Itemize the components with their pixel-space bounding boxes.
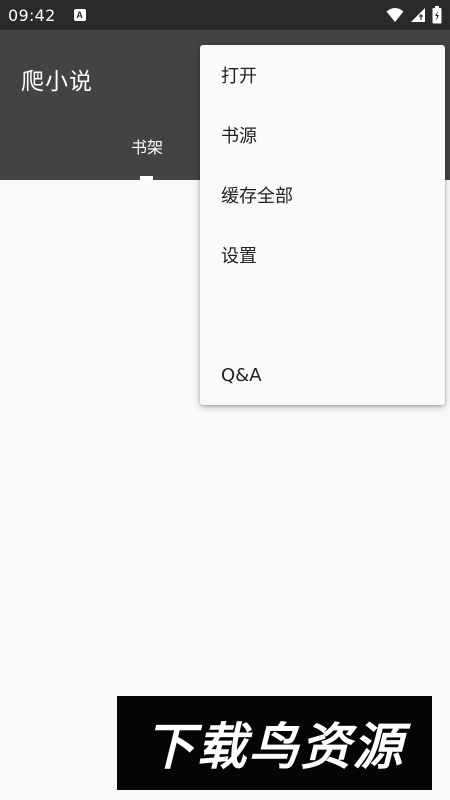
battery-icon (432, 6, 442, 24)
cell-signal-icon (411, 8, 425, 22)
tab-indicator (140, 176, 153, 180)
menu-item-qa[interactable]: Q&A (200, 345, 445, 405)
menu-item-blank[interactable] (200, 285, 445, 345)
tab-bookshelf[interactable]: 书架 (117, 130, 177, 180)
menu-item-open[interactable]: 打开 (200, 45, 445, 105)
menu-item-settings[interactable]: 设置 (200, 225, 445, 285)
tab-bookshelf-label: 书架 (130, 138, 163, 157)
notification-icon: A (73, 9, 86, 21)
overflow-menu: 打开 书源 缓存全部 设置 Q&A (200, 45, 445, 405)
status-time: 09:42 (8, 5, 56, 25)
screen: 09:42 A 爬小说 书架 打开 书源 缓存全部 设置 Q&A 下载鸟资源 (0, 0, 450, 800)
watermark-text: 下载鸟资源 (144, 718, 405, 776)
status-icons (386, 0, 442, 30)
menu-item-cache-all[interactable]: 缓存全部 (200, 165, 445, 225)
status-bar: 09:42 A (0, 0, 450, 30)
watermark-logo: 下载鸟资源 (117, 696, 432, 790)
wifi-icon (386, 8, 404, 22)
app-title: 爬小说 (21, 69, 93, 95)
menu-item-book-source[interactable]: 书源 (200, 105, 445, 165)
